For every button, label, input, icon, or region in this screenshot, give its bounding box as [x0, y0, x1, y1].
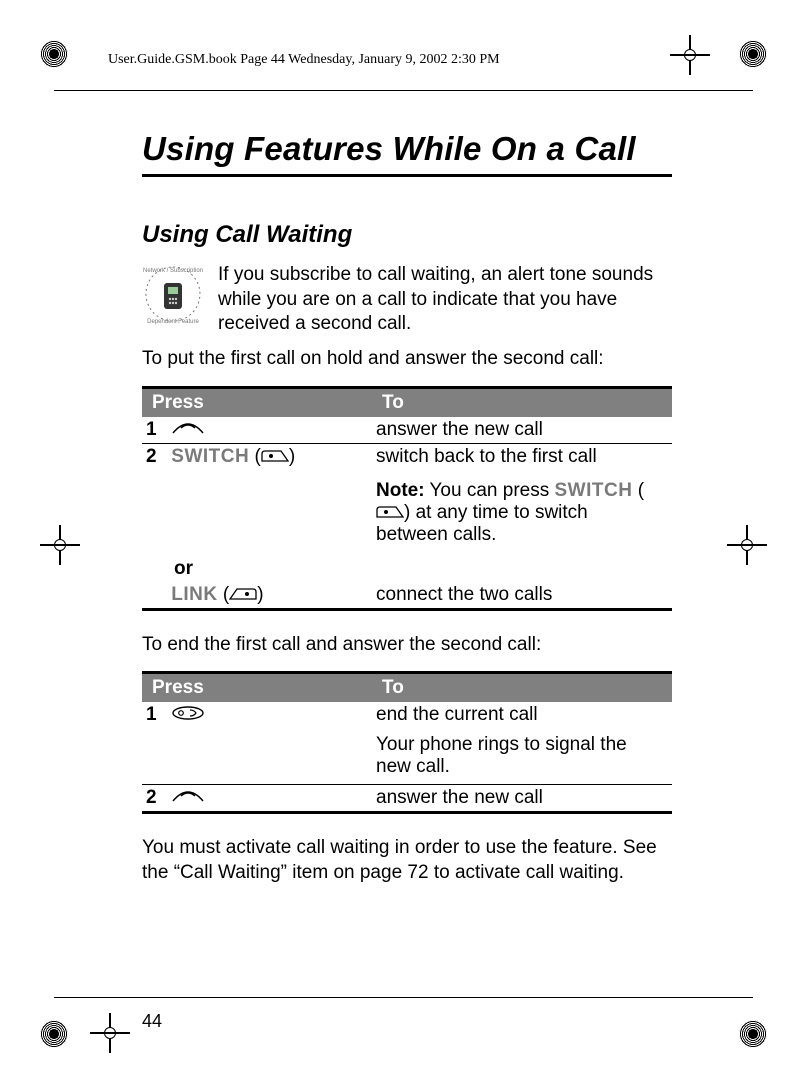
table-row: 2 SWITCH () switch back to the first cal…	[142, 443, 672, 470]
col-header-press: Press	[142, 673, 372, 703]
step-number: 1	[146, 419, 166, 441]
table-row: 1 end the current call	[142, 702, 672, 728]
note-label: Note:	[376, 480, 425, 501]
send-key-icon	[171, 787, 205, 809]
softkey-left-icon	[229, 584, 257, 606]
to-cell: answer the new call	[372, 417, 672, 444]
send-key-icon	[171, 419, 205, 441]
softkey-right-icon	[261, 446, 289, 468]
page-number: 44	[142, 1011, 162, 1032]
lead-in-text: To end the first call and answer the sec…	[142, 633, 672, 658]
note-text-b: at any time to switch between calls.	[376, 502, 588, 545]
table-row: or	[142, 556, 672, 582]
to-cell: switch back to the first call	[372, 443, 672, 470]
crop-mark-icon	[40, 1020, 68, 1048]
step-number: 1	[146, 704, 166, 726]
register-mark-icon	[727, 525, 767, 565]
instruction-table: Press To 1 end the current call Your pho…	[142, 671, 672, 814]
chapter-title: Using Features While On a Call	[142, 130, 672, 177]
table-row: LINK () connect the two calls	[142, 582, 672, 610]
softkey-right-icon	[376, 502, 404, 524]
to-cell: Your phone rings to signal the new call.	[372, 728, 672, 785]
or-label: or	[146, 558, 193, 579]
softkey-label: SWITCH	[171, 446, 249, 467]
svg-text:Dependent Feature: Dependent Feature	[147, 319, 199, 325]
crop-mark-icon	[40, 40, 68, 68]
col-header-to: To	[372, 673, 672, 703]
register-mark-icon	[90, 1013, 130, 1053]
to-cell: connect the two calls	[372, 582, 672, 610]
register-mark-icon	[670, 35, 710, 75]
softkey-label: LINK	[171, 584, 217, 605]
section-title: Using Call Waiting	[142, 221, 672, 249]
lead-in-text: To put the first call on hold and answer…	[142, 347, 672, 372]
softkey-label: SWITCH	[555, 480, 633, 501]
step-number: 2	[146, 446, 166, 468]
frame-rule	[54, 997, 753, 998]
note-text-a: You can press	[430, 480, 555, 501]
to-cell: end the current call	[372, 702, 672, 728]
col-header-press: Press	[142, 387, 372, 417]
instruction-table: Press To 1 answer the new call 2 SWITCH …	[142, 386, 672, 611]
crop-mark-icon	[739, 1020, 767, 1048]
table-row: Note: You can press SWITCH () at any tim…	[142, 470, 672, 556]
table-row: Your phone rings to signal the new call.	[142, 728, 672, 785]
closing-paragraph: You must activate call waiting in order …	[142, 836, 672, 885]
table-row: 1 answer the new call	[142, 417, 672, 444]
register-mark-icon	[40, 525, 80, 565]
intro-paragraph: If you subscribe to call waiting, an ale…	[218, 263, 672, 337]
frame-rule	[54, 90, 753, 91]
running-header: User.Guide.GSM.book Page 44 Wednesday, J…	[108, 52, 500, 68]
svg-text:Network / Subscription: Network / Subscription	[143, 268, 203, 274]
step-number: 2	[146, 787, 166, 809]
end-key-icon	[171, 704, 205, 726]
crop-mark-icon	[739, 40, 767, 68]
network-feature-icon: Network / Subscription Dependent Feature	[142, 263, 204, 325]
col-header-to: To	[372, 387, 672, 417]
to-cell: answer the new call	[372, 785, 672, 813]
table-row: 2 answer the new call	[142, 785, 672, 813]
